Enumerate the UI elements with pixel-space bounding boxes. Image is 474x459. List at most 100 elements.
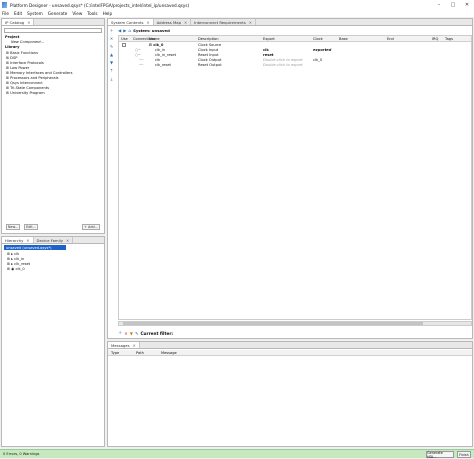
col-message[interactable]: Message <box>161 351 177 355</box>
library-item[interactable]: ⊞ University Program <box>6 90 73 95</box>
system-bar: ◀ ▶ ⌂ System: unsaved <box>118 28 170 33</box>
col-tags[interactable]: Tags <box>445 37 453 41</box>
row-export[interactable]: Double-click to export <box>263 58 303 62</box>
close-tab-icon[interactable]: ✕ <box>146 20 149 25</box>
row-export[interactable]: clk <box>263 48 269 52</box>
expand-icon[interactable]: ⊞ <box>6 66 9 70</box>
close-tab-icon[interactable]: ✕ <box>26 238 29 243</box>
tab-hierarchy[interactable]: Hierarchy ✕ <box>2 237 34 243</box>
menu-view[interactable]: View <box>72 11 82 16</box>
edit-icon[interactable]: ✎ <box>109 44 114 49</box>
expand-icon[interactable]: ⊞ <box>6 91 9 95</box>
back-icon[interactable]: ◀ <box>118 28 121 33</box>
close-tab-icon[interactable]: ✕ <box>249 20 252 25</box>
tab-system-contents[interactable]: System Contents ✕ <box>108 19 154 25</box>
row-clock[interactable]: exported <box>313 48 331 52</box>
close-icon[interactable]: ✕ <box>460 2 474 8</box>
forward-icon[interactable]: ▶ <box>123 28 126 33</box>
interface-icon: ▸ <box>11 256 13 261</box>
expand-icon[interactable]: ⊞ <box>6 56 9 60</box>
menu-edit[interactable]: Edit <box>14 11 22 16</box>
interface-name[interactable]: clk_in_reset <box>155 53 176 57</box>
col-clock[interactable]: Clock <box>313 37 323 41</box>
filter-edit-icon[interactable]: ✎ <box>135 331 139 336</box>
tab-ip-catalog[interactable]: IP Catalog ✕ <box>2 19 35 25</box>
add-button[interactable]: + Add... <box>82 224 100 230</box>
tab-device-family[interactable]: Device Family ✕ <box>34 237 74 243</box>
menu-file[interactable]: File <box>2 11 9 16</box>
home-icon[interactable]: ⌂ <box>128 28 131 33</box>
remove-icon[interactable]: ✕ <box>109 36 114 41</box>
interface-name[interactable]: clk_in <box>155 48 165 52</box>
filter-bar: ＋ ✕ ▼ ✎ Current filter: <box>118 330 173 336</box>
horizontal-scrollbar[interactable] <box>118 321 472 326</box>
connection-line-icon[interactable]: ── <box>139 58 143 62</box>
col-description[interactable]: Description <box>198 37 218 41</box>
hierarchy-item[interactable]: ⊞ ◉ clk_0 <box>7 266 30 271</box>
tab-address-map[interactable]: Address Map ✕ <box>154 19 192 25</box>
expand-icon[interactable]: ⊞ <box>7 252 10 256</box>
move-top-icon[interactable]: ⤒ <box>109 68 114 73</box>
col-type[interactable]: Type <box>111 351 119 355</box>
hierarchy-item[interactable]: ⊞ ▸ clk_reset <box>7 261 30 266</box>
move-up-icon[interactable]: ▲ <box>109 52 114 57</box>
expand-icon[interactable]: ⊞ <box>7 257 10 261</box>
add-icon[interactable]: ＋ <box>109 28 114 33</box>
expand-icon[interactable]: ⊞ <box>7 262 10 266</box>
collapse-icon[interactable]: ⊟ <box>149 43 152 47</box>
table-row[interactable]: ── clk_reset Reset Output Double-click t… <box>119 63 471 68</box>
filter-icon[interactable]: ▼ <box>130 331 133 336</box>
col-export[interactable]: Export <box>263 37 275 41</box>
menu-tools[interactable]: Tools <box>87 11 97 16</box>
tab-interconnect-requirements[interactable]: Interconnect Requirements ✕ <box>191 19 256 25</box>
filter-add-icon[interactable]: ＋ <box>118 330 122 336</box>
component-name[interactable]: ⊟ clk_0 <box>149 43 163 47</box>
minimize-icon[interactable]: – <box>432 2 446 8</box>
close-tab-icon[interactable]: ✕ <box>66 238 69 243</box>
expand-icon[interactable]: ⊞ <box>6 86 9 90</box>
row-export[interactable]: Double-click to export <box>263 63 303 67</box>
hierarchy-root[interactable]: unsaved (unsaved.qsys*) <box>4 245 66 250</box>
new-component-item[interactable]: New Component... <box>11 40 44 44</box>
system-contents-panel: System Contents ✕ Address Map ✕ Interconne… <box>107 18 473 339</box>
col-use[interactable]: Use <box>121 37 128 41</box>
connection-icon[interactable]: ○─ <box>135 53 140 57</box>
move-bottom-icon[interactable]: ⤓ <box>109 76 114 81</box>
col-end[interactable]: End <box>387 37 394 41</box>
row-description: Reset Output <box>198 63 222 67</box>
expand-icon[interactable]: ⊞ <box>6 61 9 65</box>
interface-name[interactable]: clk <box>155 58 160 62</box>
col-irq[interactable]: IRQ <box>432 37 438 41</box>
close-tab-icon[interactable]: ✕ <box>27 20 30 25</box>
connection-icon[interactable]: ○─ <box>135 48 140 52</box>
filter-remove-icon[interactable]: ✕ <box>124 331 128 336</box>
menu-system[interactable]: System <box>27 11 43 16</box>
title-bar: Platform Designer - unsaved.qsys* (C:/in… <box>0 0 474 10</box>
menu-help[interactable]: Help <box>103 11 113 16</box>
move-down-icon[interactable]: ▼ <box>109 60 114 65</box>
close-tab-icon[interactable]: ✕ <box>184 20 187 25</box>
col-path[interactable]: Path <box>136 351 144 355</box>
expand-icon[interactable]: ⊞ <box>6 76 9 80</box>
expand-icon[interactable]: ⊞ <box>7 267 10 271</box>
finish-button[interactable]: Finish <box>457 451 471 458</box>
menu-generate[interactable]: Generate <box>48 11 68 16</box>
close-tab-icon[interactable]: ✕ <box>133 343 136 348</box>
tab-messages[interactable]: Messages ✕ <box>108 342 140 348</box>
new-button[interactable]: New... <box>6 224 20 230</box>
interface-icon: ▸ <box>11 261 13 266</box>
col-name[interactable]: Name <box>149 37 160 41</box>
maximize-icon[interactable]: □ <box>446 2 460 8</box>
generate-hdl-button[interactable]: Generate HDL... <box>426 451 454 459</box>
ip-search-input[interactable] <box>4 28 102 33</box>
expand-icon[interactable]: ⊞ <box>6 51 9 55</box>
expand-icon[interactable]: ⊞ <box>6 81 9 85</box>
connection-line-icon[interactable]: ── <box>139 63 143 67</box>
edit-button[interactable]: Edit... <box>24 224 38 230</box>
row-clock[interactable]: clk_0 <box>313 58 322 62</box>
expand-icon[interactable]: ⊞ <box>6 71 9 75</box>
interface-name[interactable]: clk_reset <box>155 63 171 67</box>
row-export[interactable]: reset <box>263 53 274 57</box>
col-base[interactable]: Base <box>339 37 348 41</box>
library-item[interactable]: ⊞ Memory Interfaces and Controllers <box>6 70 73 75</box>
